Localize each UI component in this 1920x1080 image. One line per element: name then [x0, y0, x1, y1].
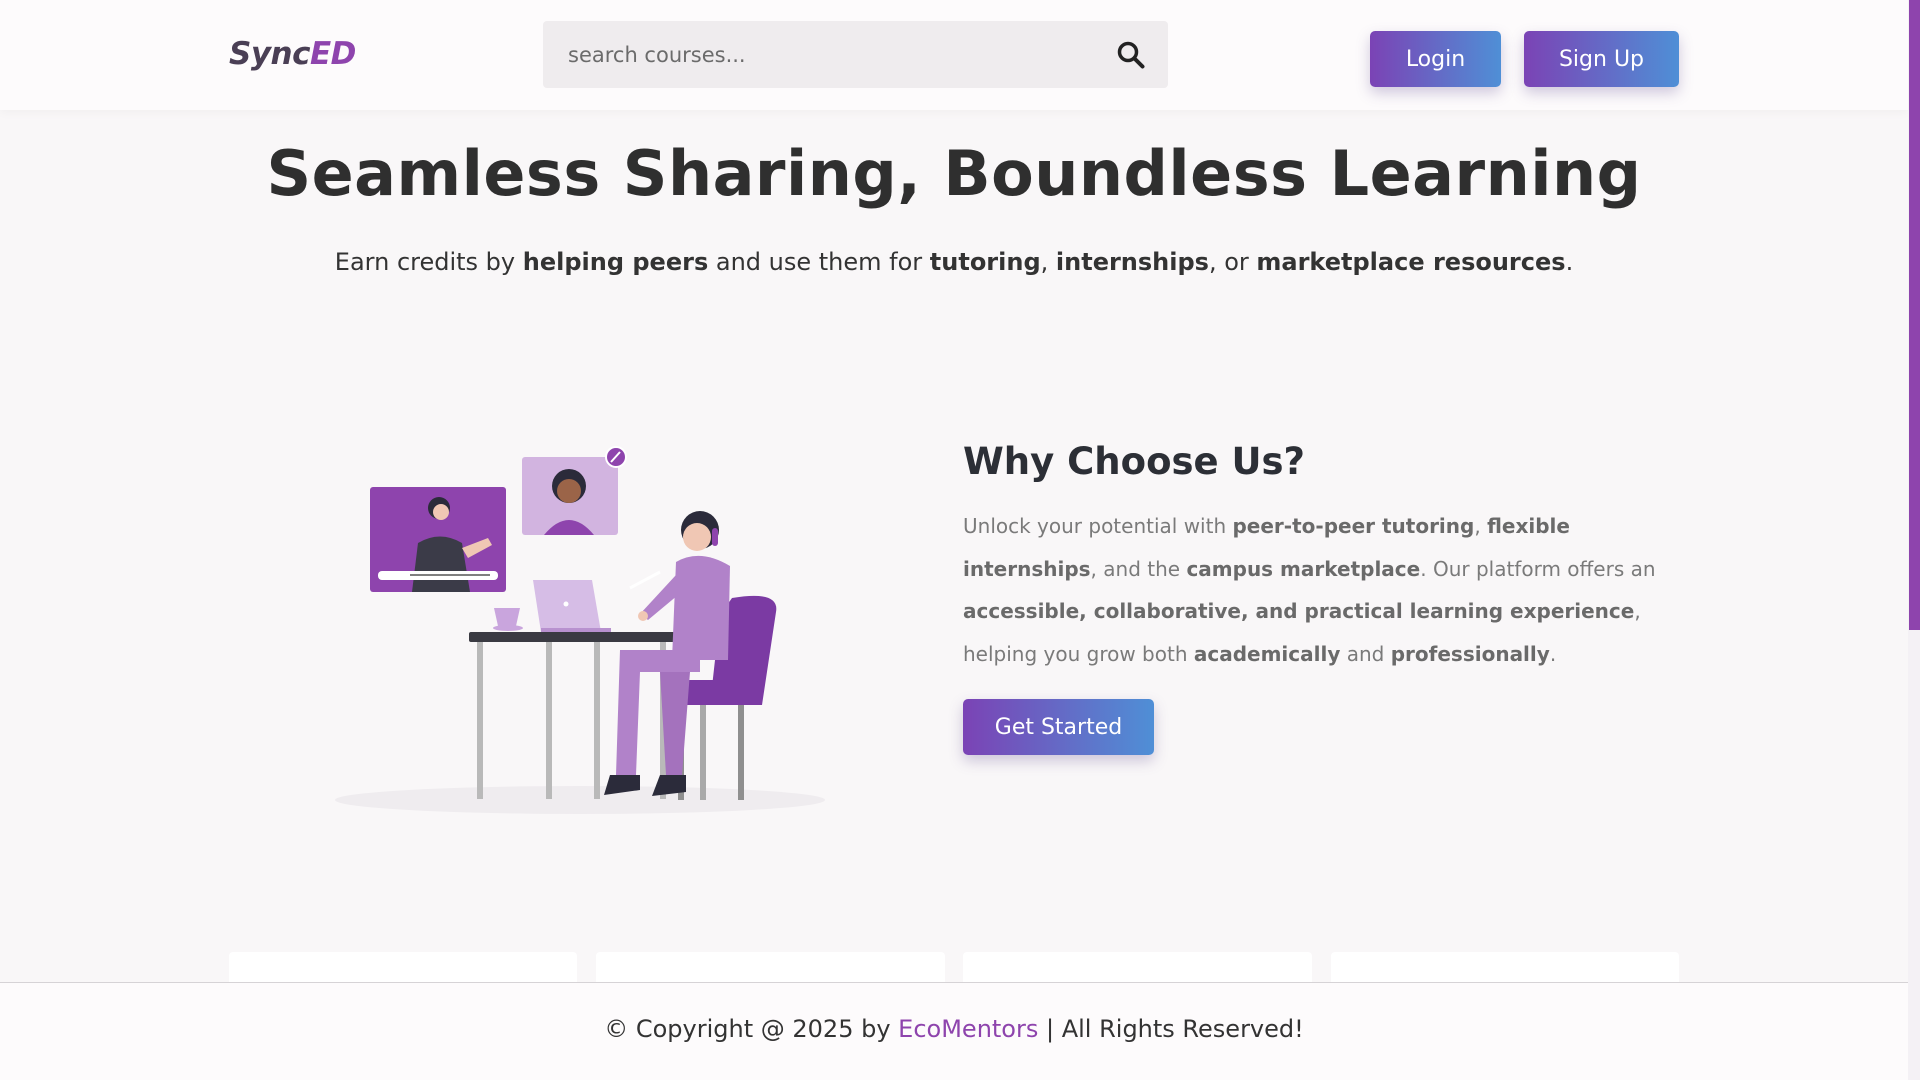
- search-bar: [543, 21, 1168, 88]
- signup-button[interactable]: Sign Up: [1524, 31, 1679, 87]
- logo-text-ed: ED: [309, 36, 356, 72]
- online-learning-illustration: [335, 446, 825, 814]
- hero-title: Seamless Sharing, Boundless Learning: [266, 137, 1642, 210]
- feature-card[interactable]: [1331, 952, 1679, 982]
- search-icon[interactable]: [1116, 40, 1146, 70]
- logo-text-sync: Sync: [229, 36, 310, 72]
- copyright-text: © Copyright @ 2025 by EcoMentors | All R…: [604, 1015, 1304, 1043]
- site-logo[interactable]: SyncED: [229, 36, 356, 72]
- site-header: SyncED Login Sign Up: [0, 0, 1908, 110]
- why-choose-us-heading: Why Choose Us?: [963, 440, 1306, 483]
- get-started-button[interactable]: Get Started: [963, 699, 1154, 755]
- why-choose-us-description: Unlock your potential with peer-to-peer …: [963, 514, 1656, 666]
- site-footer: © Copyright @ 2025 by EcoMentors | All R…: [0, 982, 1908, 1080]
- hero-subtitle: Earn credits by helping peers and use th…: [334, 248, 1574, 276]
- search-input[interactable]: [543, 21, 1103, 88]
- feature-card[interactable]: [596, 952, 945, 982]
- feature-card[interactable]: [963, 952, 1312, 982]
- ecomentors-link[interactable]: EcoMentors: [898, 1015, 1038, 1043]
- login-button[interactable]: Login: [1370, 31, 1501, 87]
- feature-card[interactable]: [229, 952, 577, 982]
- scrollbar-thumb[interactable]: [1909, 0, 1920, 630]
